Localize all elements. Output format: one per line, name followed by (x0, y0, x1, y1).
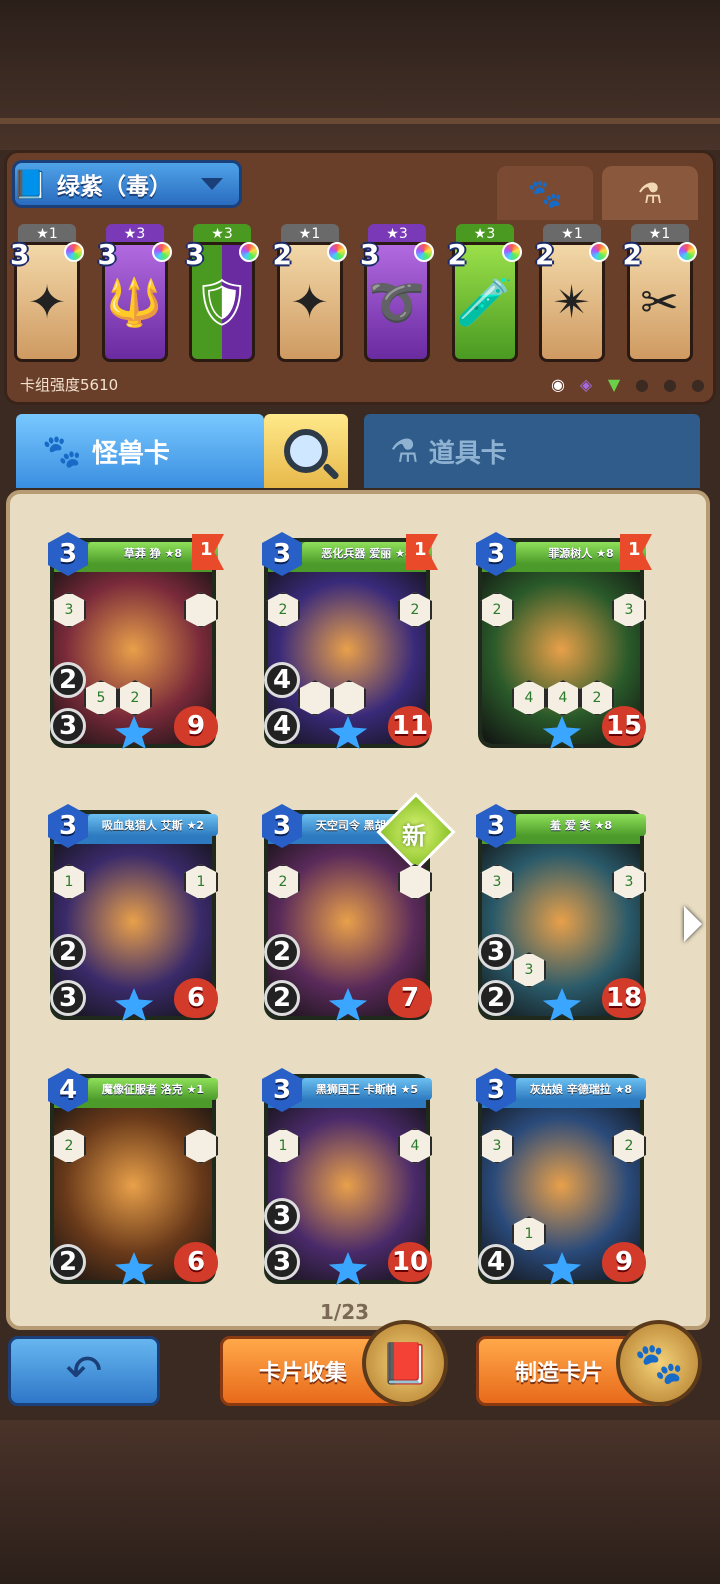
health-heart: 11 (388, 706, 432, 746)
deck-card[interactable]: ★1 ✦ 3 (10, 224, 84, 366)
filter-neutral-icon[interactable]: ◉ (548, 374, 568, 394)
craft-card-label: 制造卡片 (515, 1361, 604, 1386)
filter-fire-icon[interactable]: ● (688, 374, 708, 394)
deck-card-cost: 3 (97, 238, 117, 271)
deck-card[interactable]: ★1 ✴ 2 (535, 224, 609, 366)
health-heart: 10 (388, 1242, 432, 1282)
deck-card-cost: 2 (447, 238, 467, 271)
health-heart: 6 (174, 978, 218, 1018)
top-wood-frame (0, 0, 720, 150)
monster-card[interactable]: 草莽 狰 ★8 3 1 3 5 2 2 3 9 (48, 532, 224, 756)
health-heart: 9 (602, 1242, 646, 1282)
rainbow-gem-icon (239, 242, 259, 262)
speed-stat: 3 (478, 934, 514, 970)
monster-card[interactable]: 恶化兵器 爱丽 ★8 3 1 2 2 4 4 11 (262, 532, 438, 756)
deck-name: 绿紫（毒） (57, 174, 172, 200)
deck-card[interactable]: ★3 🔱 3 (97, 224, 172, 366)
card-name: 灰姑娘 辛德瑞拉 ★8 (516, 1078, 646, 1100)
filter-beast-icon[interactable]: ● (660, 374, 680, 394)
monster-card[interactable]: 吸血鬼猎人 艾斯 ★2 3 1 1 2 3 6 (48, 804, 224, 1028)
main-tabs: 🐾 怪兽卡 ⚗ 道具卡 (16, 414, 700, 492)
page-indicator: 1/23 (320, 1300, 370, 1324)
deck-power: 卡组强度5610 (20, 376, 119, 394)
rank-flag: 1 (192, 534, 224, 570)
card-name: 吸血鬼猎人 艾斯 ★2 (88, 814, 218, 836)
card-name: 羞 爱 类 ★8 (516, 814, 646, 836)
search-icon (284, 429, 328, 473)
speed-stat: 2 (264, 934, 300, 970)
deck-card[interactable]: ★3 ➰ 3 (360, 224, 434, 366)
monster-card[interactable]: 黑狮国王 卡斯帕 ★5 3 1 4 3 3 10 (262, 1068, 438, 1292)
tab-monster-cards[interactable]: 🐾 怪兽卡 (16, 414, 264, 488)
deck-card-cost: 2 (535, 238, 555, 271)
attack-stat: 2 (478, 980, 514, 1016)
monster-card[interactable]: 罪源树人 ★8 3 1 2 3 4 4 2 15 (476, 532, 652, 756)
deck-card-cost: 3 (185, 238, 205, 271)
health-heart: 9 (174, 706, 218, 746)
search-button[interactable] (264, 414, 348, 488)
speed-stat: 2 (50, 662, 86, 698)
deck-card[interactable]: ★1 ✦ 2 (272, 224, 347, 366)
monster-card[interactable]: 天空司令 黑胡子 ★1 3 新 2 2 2 7 (262, 792, 456, 1028)
rainbow-gem-icon (326, 242, 347, 262)
deck-card-cost: 3 (10, 238, 30, 271)
attack-stat: 4 (264, 708, 300, 744)
speed-stat: 3 (264, 1198, 300, 1234)
bottom-wood-frame (0, 1420, 720, 1584)
rainbow-gem-icon (64, 242, 84, 262)
speed-stat: 2 (50, 934, 86, 970)
deck-tab-item-flask-icon[interactable]: ⚗ (602, 166, 698, 220)
monster-card[interactable]: 羞 爱 类 ★8 3 3 3 3 3 2 18 (476, 804, 652, 1028)
attack-stat: 3 (50, 980, 86, 1016)
card-collection-label: 卡片收集 (259, 1361, 348, 1386)
paw-jar-icon[interactable]: 🐾 (616, 1320, 702, 1406)
deck-card[interactable]: ★3 🧪 2 (447, 224, 522, 366)
filter-dark-icon[interactable]: ● (632, 374, 652, 394)
back-button[interactable]: ↶ (8, 1336, 160, 1406)
tab-item-label: 道具卡 (428, 438, 507, 469)
deck-card-cost: 2 (622, 238, 642, 271)
health-heart: 7 (388, 978, 432, 1018)
flask-icon: ⚗ (390, 432, 419, 470)
monster-card[interactable]: 灰姑娘 辛德瑞拉 ★8 3 3 2 1 4 9 (476, 1068, 652, 1292)
attack-stat: 2 (264, 980, 300, 1016)
rank-flag: 1 (620, 534, 652, 570)
attack-stat: 3 (50, 708, 86, 744)
health-heart: 18 (602, 978, 646, 1018)
card-name: 黑狮国王 卡斯帕 ★5 (302, 1078, 432, 1100)
deck-card[interactable]: ★1 ✂ 2 (622, 224, 697, 366)
rainbow-gem-icon (151, 242, 172, 262)
attack-stat: 3 (264, 1244, 300, 1280)
deck-card-cost: 3 (360, 238, 380, 271)
deck-selector[interactable]: 📘 绿紫（毒） (12, 160, 242, 208)
speed-stat: 4 (264, 662, 300, 698)
attack-stat: 2 (50, 1244, 86, 1280)
rainbow-gem-icon (414, 242, 434, 262)
attack-stat: 4 (478, 1244, 514, 1280)
rank-flag: 1 (406, 534, 438, 570)
filter-purple-icon[interactable]: ◈ (576, 374, 596, 394)
tab-monster-label: 怪兽卡 (91, 438, 170, 469)
rainbow-gem-icon (501, 242, 522, 262)
card-name: 魔像征服者 洛克 ★1 (88, 1078, 218, 1100)
card-book-icon[interactable]: 📕 (362, 1320, 448, 1406)
health-heart: 6 (174, 1242, 218, 1282)
monster-card[interactable]: 魔像征服者 洛克 ★1 4 2 2 6 (48, 1068, 224, 1292)
rainbow-gem-icon (676, 242, 697, 262)
rainbow-gem-icon (589, 242, 609, 262)
next-page-arrow-icon[interactable] (684, 906, 702, 942)
deck-book-icon: 📘 (12, 167, 48, 201)
deck-card-row: ★1 ✦ 3 ★3 🔱 3 ★3 🛡 3 ★1 ✦ 2 ★3 ➰ 3 ★3 🧪 2 ★1 ✴ 2 ★1 ✂ 2 (10, 224, 712, 374)
chevron-down-icon (201, 178, 223, 190)
deck-tab-monster-paw-icon[interactable]: 🐾 (497, 166, 593, 220)
new-badge-label: 新 (402, 822, 426, 850)
health-heart: 15 (602, 706, 646, 746)
tab-item-cards[interactable]: ⚗ 道具卡 (364, 414, 700, 488)
deck-card-cost: 2 (272, 238, 292, 271)
filter-green-icon[interactable]: ▼ (604, 374, 624, 394)
back-arrow-icon: ↶ (65, 1345, 103, 1397)
deck-card[interactable]: ★3 🛡 3 (185, 224, 259, 366)
deck-filter-icons: ◉ ◈ ▼ ● ● ● (548, 374, 708, 394)
paw-icon: 🐾 (42, 432, 82, 470)
